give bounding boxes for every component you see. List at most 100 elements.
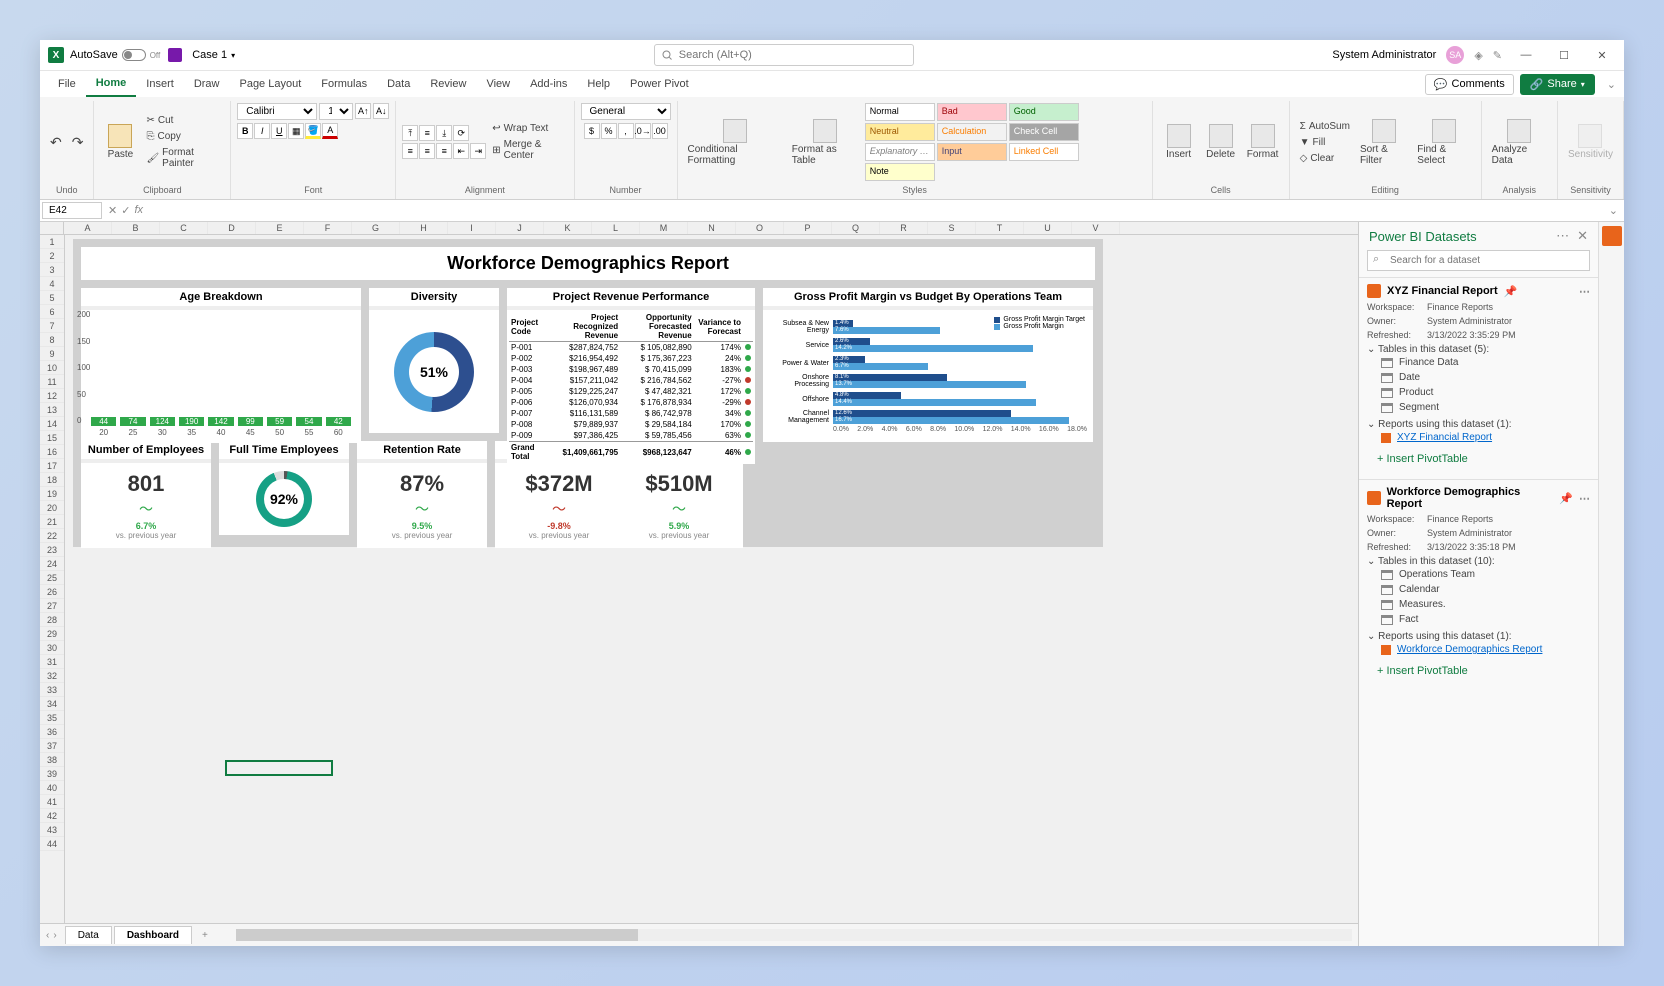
column-header[interactable]: G [352, 222, 400, 234]
indent-dec-button[interactable]: ⇤ [453, 143, 469, 159]
undo-button[interactable]: ↶ [46, 132, 66, 153]
share-button[interactable]: 🔗 Share ▾ [1520, 74, 1595, 95]
decrease-font-button[interactable]: A↓ [373, 103, 389, 119]
table-item[interactable]: Calendar [1367, 582, 1590, 597]
table-item[interactable]: Segment [1367, 400, 1590, 415]
style-check-cell[interactable]: Check Cell [1009, 123, 1079, 141]
fill-button[interactable]: ▼Fill [1296, 135, 1354, 150]
row-header[interactable]: 1 [40, 235, 64, 249]
row-header[interactable]: 24 [40, 557, 64, 571]
search-input[interactable] [654, 44, 914, 66]
select-all-corner[interactable] [40, 222, 64, 234]
table-item[interactable]: Date [1367, 370, 1590, 385]
tab-page-layout[interactable]: Page Layout [229, 72, 311, 96]
merge-center-button[interactable]: ⊞Merge & Center [488, 137, 567, 163]
row-header[interactable]: 8 [40, 333, 64, 347]
row-header[interactable]: 30 [40, 641, 64, 655]
align-left-button[interactable]: ≡ [402, 143, 418, 159]
row-header[interactable]: 13 [40, 403, 64, 417]
ribbon-chevron-icon[interactable]: ⌄ [1607, 78, 1616, 91]
row-header[interactable]: 37 [40, 739, 64, 753]
align-middle-button[interactable]: ≡ [419, 125, 435, 141]
row-header[interactable]: 19 [40, 487, 64, 501]
tab-view[interactable]: View [476, 72, 520, 96]
autosave-toggle[interactable]: AutoSave Off [70, 49, 160, 61]
paste-button[interactable]: Paste [100, 122, 140, 162]
row-header[interactable]: 2 [40, 249, 64, 263]
style-neutral[interactable]: Neutral [865, 123, 935, 141]
insert-pivottable-button[interactable]: + Insert PivotTable [1367, 657, 1590, 685]
row-header[interactable]: 12 [40, 389, 64, 403]
row-header[interactable]: 26 [40, 585, 64, 599]
conditional-formatting-button[interactable]: Conditional Formatting [684, 117, 786, 168]
fill-color-button[interactable]: 🪣 [305, 123, 321, 139]
dataset-menu-icon[interactable]: ⋯ [1579, 285, 1590, 298]
font-name-select[interactable]: Calibri [237, 103, 317, 120]
tab-help[interactable]: Help [577, 72, 620, 96]
format-as-table-button[interactable]: Format as Table [788, 117, 863, 168]
indent-inc-button[interactable]: ⇥ [470, 143, 486, 159]
align-right-button[interactable]: ≡ [436, 143, 452, 159]
reports-section-header[interactable]: ⌄ Reports using this dataset (1): [1367, 419, 1590, 430]
redo-button[interactable]: ↷ [68, 132, 88, 153]
comments-button[interactable]: 💬 Comments [1425, 74, 1514, 95]
font-color-button[interactable]: A [322, 123, 338, 139]
confirm-fx-icon[interactable]: ✓ [121, 204, 130, 217]
autosum-button[interactable]: ΣAutoSum [1296, 119, 1354, 134]
powerbi-pane-icon[interactable] [1602, 226, 1622, 246]
column-header[interactable]: H [400, 222, 448, 234]
row-header[interactable]: 31 [40, 655, 64, 669]
cell-styles-gallery[interactable]: Normal Bad Good Neutral Calculation Chec… [865, 103, 1146, 181]
format-painter-button[interactable]: 🖌Format Painter [142, 145, 224, 171]
row-header[interactable]: 29 [40, 627, 64, 641]
row-header[interactable]: 3 [40, 263, 64, 277]
horizontal-scrollbar[interactable] [236, 929, 1352, 941]
border-button[interactable]: ▦ [288, 123, 304, 139]
column-header[interactable]: N [688, 222, 736, 234]
tab-draw[interactable]: Draw [184, 72, 230, 96]
currency-button[interactable]: $ [584, 123, 600, 139]
column-header[interactable]: P [784, 222, 832, 234]
column-header[interactable]: C [160, 222, 208, 234]
bold-button[interactable]: B [237, 123, 253, 139]
style-linked-cell[interactable]: Linked Cell [1009, 143, 1079, 161]
column-header[interactable]: O [736, 222, 784, 234]
column-header[interactable]: S [928, 222, 976, 234]
row-header[interactable]: 39 [40, 767, 64, 781]
table-item[interactable]: Measures. [1367, 597, 1590, 612]
fx-icon[interactable]: fx [134, 204, 143, 217]
row-header[interactable]: 32 [40, 669, 64, 683]
row-header[interactable]: 36 [40, 725, 64, 739]
reports-section-header[interactable]: ⌄ Reports using this dataset (1): [1367, 631, 1590, 642]
column-header[interactable]: K [544, 222, 592, 234]
font-size-select[interactable]: 11 [319, 103, 353, 120]
sheet-canvas[interactable]: Workforce Demographics Report Age Breakd… [65, 235, 1358, 923]
style-bad[interactable]: Bad [937, 103, 1007, 121]
maximize-button[interactable]: ☐ [1550, 49, 1578, 62]
row-header[interactable]: 21 [40, 515, 64, 529]
tab-review[interactable]: Review [420, 72, 476, 96]
column-header[interactable]: R [880, 222, 928, 234]
row-header[interactable]: 42 [40, 809, 64, 823]
style-good[interactable]: Good [1009, 103, 1079, 121]
tables-section-header[interactable]: ⌄ Tables in this dataset (5): [1367, 344, 1590, 355]
row-header[interactable]: 4 [40, 277, 64, 291]
row-header[interactable]: 22 [40, 529, 64, 543]
italic-button[interactable]: I [254, 123, 270, 139]
formula-bar[interactable] [147, 208, 1603, 214]
increase-font-button[interactable]: A↑ [355, 103, 371, 119]
column-header[interactable]: L [592, 222, 640, 234]
row-header[interactable]: 28 [40, 613, 64, 627]
row-header[interactable]: 18 [40, 473, 64, 487]
diamond-icon[interactable]: ◈ [1474, 49, 1482, 62]
row-header[interactable]: 6 [40, 305, 64, 319]
add-sheet-button[interactable]: + [194, 927, 216, 944]
align-bottom-button[interactable]: ⤓ [436, 125, 452, 141]
row-header[interactable]: 40 [40, 781, 64, 795]
filename[interactable]: Case 1 ▾ [192, 49, 235, 61]
column-header[interactable]: A [64, 222, 112, 234]
avatar[interactable]: SA [1446, 46, 1464, 64]
row-header[interactable]: 15 [40, 431, 64, 445]
row-header[interactable]: 20 [40, 501, 64, 515]
row-header[interactable]: 16 [40, 445, 64, 459]
